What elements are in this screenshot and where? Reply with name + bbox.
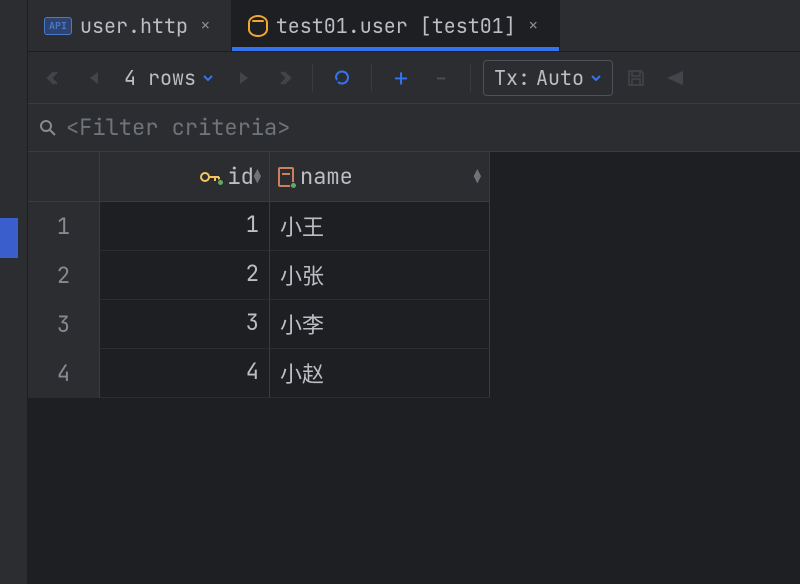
next-page-icon[interactable]: [226, 61, 260, 95]
cell-id[interactable]: 3: [100, 300, 270, 349]
cell-id[interactable]: 1: [100, 202, 270, 251]
column-header-name[interactable]: name ▲▼: [270, 152, 490, 202]
save-icon[interactable]: [619, 61, 653, 95]
cell-name[interactable]: 小李: [270, 300, 490, 349]
add-row-icon[interactable]: +: [384, 61, 418, 95]
tab-test01-user[interactable]: test01.user [test01] ×: [232, 0, 560, 51]
gutter: [0, 0, 28, 584]
row-number[interactable]: 2: [28, 251, 100, 300]
column-icon: [278, 167, 294, 187]
cell-name[interactable]: 小王: [270, 202, 490, 251]
cell-name[interactable]: 小张: [270, 251, 490, 300]
row-number[interactable]: 3: [28, 300, 100, 349]
filter-input[interactable]: [66, 113, 790, 142]
cell-id[interactable]: 4: [100, 349, 270, 398]
chevron-down-icon: [202, 72, 214, 84]
tab-label: test01.user [test01]: [276, 13, 516, 39]
tab-user-http[interactable]: API user.http ×: [28, 0, 232, 51]
submit-icon[interactable]: [659, 61, 693, 95]
row-number[interactable]: 4: [28, 349, 100, 398]
tx-mode-dropdown[interactable]: Tx: Auto: [483, 60, 613, 96]
refresh-icon[interactable]: [325, 61, 359, 95]
database-table-icon: [248, 15, 268, 37]
primary-key-icon: [199, 170, 221, 184]
sort-icon[interactable]: ▲▼: [254, 170, 261, 184]
tabstrip: API user.http × test01.user [test01] ×: [28, 0, 800, 52]
chevron-down-icon: [590, 72, 602, 84]
remove-row-icon[interactable]: −: [424, 61, 458, 95]
column-name: id: [227, 162, 253, 191]
divider: [371, 64, 372, 92]
divider: [312, 64, 313, 92]
tab-label: user.http: [80, 13, 188, 39]
tx-mode: Auto: [536, 65, 584, 91]
api-file-icon: API: [44, 17, 72, 35]
workspace: API user.http × test01.user [test01] × 4…: [28, 0, 800, 584]
sort-icon[interactable]: ▲▼: [474, 170, 481, 184]
filter-row: [28, 104, 800, 152]
column-header-id[interactable]: id ▲▼: [100, 152, 270, 202]
column-name: name: [300, 162, 353, 191]
row-count-label: 4 rows: [124, 65, 196, 91]
first-page-icon[interactable]: [38, 61, 72, 95]
row-number[interactable]: 1: [28, 202, 100, 251]
row-count-dropdown[interactable]: 4 rows: [118, 65, 220, 91]
close-icon[interactable]: ×: [196, 12, 215, 39]
header-corner: [28, 152, 100, 202]
cell-name[interactable]: 小赵: [270, 349, 490, 398]
close-icon[interactable]: ×: [524, 12, 543, 39]
divider: [470, 64, 471, 92]
prev-page-icon[interactable]: [78, 61, 112, 95]
tx-label: Tx:: [494, 65, 530, 91]
cell-id[interactable]: 2: [100, 251, 270, 300]
search-icon[interactable]: [38, 118, 58, 138]
data-grid: id ▲▼ name ▲▼ 1 1 小王 2 2 小张 3 3 小李 4 4 小…: [28, 152, 800, 398]
last-page-icon[interactable]: [266, 61, 300, 95]
toolbar: 4 rows + − Tx: Auto: [28, 52, 800, 104]
gutter-marker: [0, 218, 18, 258]
